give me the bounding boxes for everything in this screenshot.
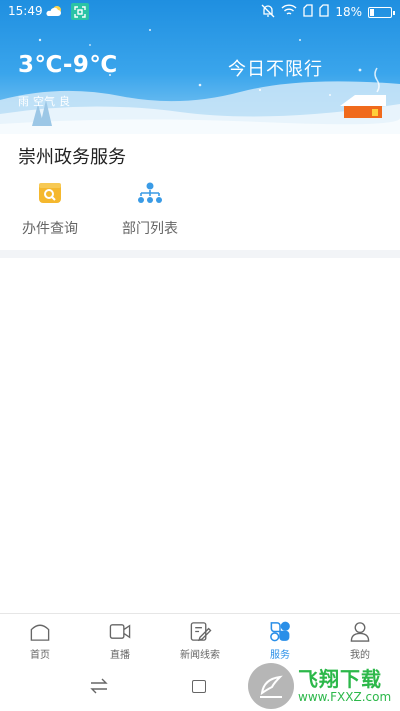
weather-condition: 雨 [18, 95, 29, 108]
battery-percent: 18% [335, 5, 362, 19]
temperature-range: 3℃-9℃ [18, 52, 118, 78]
edit-note-icon [190, 622, 212, 642]
org-chart-icon [137, 180, 163, 206]
service-item-case-query[interactable]: 办件查询 [10, 180, 90, 238]
service-item-department-list[interactable]: 部门列表 [110, 180, 190, 238]
sim1-icon [303, 4, 313, 20]
weather-cloud-icon [45, 5, 63, 20]
status-time: 15:49 [8, 4, 43, 18]
weather-header: 15:49 18% 3℃-9℃ 今日不限行 雨 空气 良 [0, 0, 400, 134]
video-camera-icon [109, 624, 131, 639]
section-divider [0, 250, 400, 258]
air-label: 空气 [33, 95, 55, 108]
scan-app-icon [71, 3, 89, 20]
watermark-brand: 飞翔下载 [298, 667, 382, 691]
tab-label: 首页 [30, 650, 50, 661]
services-grid-icon [270, 621, 290, 642]
wifi-icon [281, 4, 297, 20]
traffic-restriction: 今日不限行 [228, 59, 323, 80]
section-title: 崇州政务服务 [18, 147, 126, 168]
tab-news-tips[interactable]: 新闻线索 [160, 614, 240, 661]
watermark-url: www.FXXZ.com [298, 690, 392, 704]
tab-label: 新闻线索 [180, 650, 220, 661]
service-label: 办件查询 [22, 221, 78, 237]
tab-label: 我的 [350, 650, 370, 661]
user-icon [350, 622, 370, 642]
tab-label: 直播 [110, 650, 130, 661]
bottom-tab-bar: 首页 直播 新闻线索 服务 我的 [0, 613, 400, 661]
battery-level [370, 8, 374, 16]
air-quality: 良 [59, 95, 70, 108]
watermark-logo [248, 663, 294, 709]
home-square-icon[interactable] [192, 680, 206, 693]
battery-icon [368, 6, 395, 18]
tab-mine[interactable]: 我的 [320, 614, 400, 661]
tab-live[interactable]: 直播 [80, 614, 160, 661]
watermark: 飞翔下载 www.FXXZ.com [248, 663, 396, 709]
mute-bell-icon [261, 4, 275, 21]
service-label: 部门列表 [122, 221, 178, 237]
tab-services[interactable]: 服务 [240, 614, 320, 661]
tab-label: 服务 [270, 650, 290, 661]
search-folder-icon [37, 180, 63, 206]
weather-details: 雨 空气 良 [18, 93, 70, 109]
tab-home[interactable]: 首页 [0, 614, 80, 661]
sim2-icon [319, 4, 329, 20]
home-icon [30, 624, 50, 641]
status-bar: 15:49 18% [0, 0, 400, 24]
switch-apps-icon[interactable] [89, 677, 109, 699]
watermark-text: 飞翔下载 www.FXXZ.com [298, 668, 391, 704]
status-icons: 18% [261, 3, 395, 21]
